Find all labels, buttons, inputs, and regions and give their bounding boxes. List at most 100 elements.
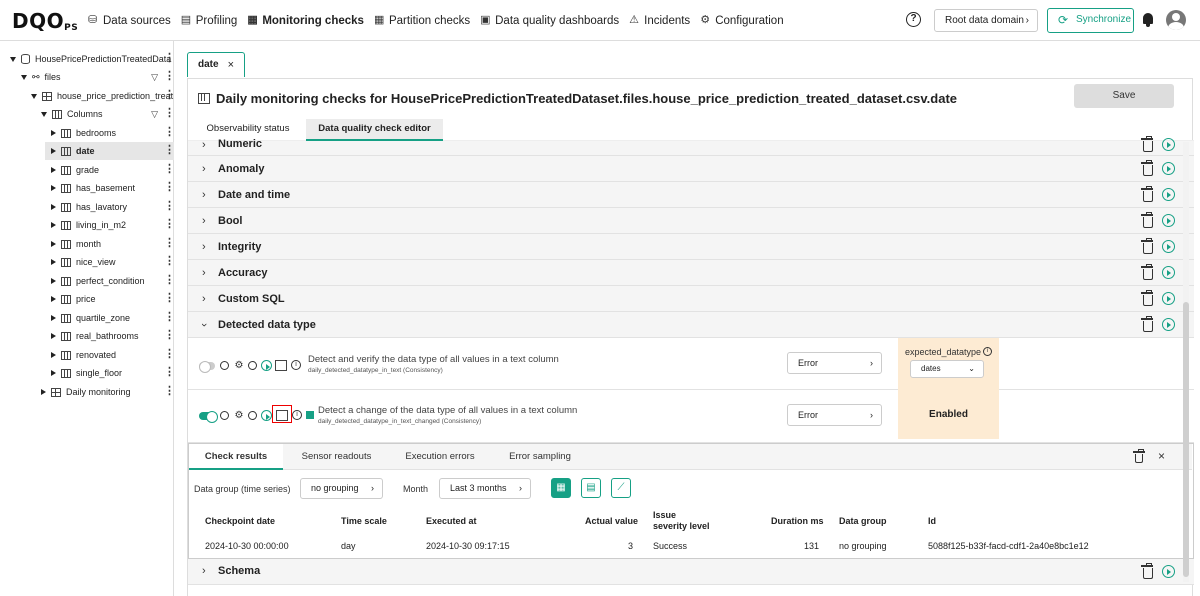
kebab-icon[interactable]: ⋮ bbox=[164, 272, 174, 290]
close-icon[interactable]: × bbox=[228, 53, 234, 77]
tree-table[interactable]: house_price_prediction_treat ⋮ bbox=[31, 87, 174, 105]
bell-icon[interactable] bbox=[1143, 13, 1153, 27]
expand-icon[interactable] bbox=[51, 185, 56, 191]
clock-icon[interactable] bbox=[248, 411, 257, 420]
expand-icon[interactable] bbox=[51, 333, 56, 339]
run-icon[interactable] bbox=[261, 360, 272, 371]
category-date-and-time[interactable]: › Date and time bbox=[188, 182, 1194, 208]
close-icon[interactable]: × bbox=[1158, 449, 1165, 463]
gear-icon[interactable]: ⚙ bbox=[234, 411, 244, 421]
clock-icon[interactable] bbox=[248, 361, 257, 370]
tree-columns[interactable]: Columns ▽ ⋮ bbox=[41, 105, 174, 123]
kebab-icon[interactable]: ⋮ bbox=[164, 364, 174, 382]
tree-column-item[interactable]: month ⋮ bbox=[45, 235, 174, 253]
data-domain-button[interactable]: Root data domain › bbox=[934, 9, 1038, 32]
trash-icon[interactable] bbox=[1141, 264, 1153, 280]
tree-column-item[interactable]: living_in_m2 ⋮ bbox=[45, 216, 174, 234]
kebab-icon[interactable]: ⋮ bbox=[164, 216, 174, 234]
scrollbar[interactable] bbox=[1183, 142, 1189, 582]
run-icon[interactable] bbox=[1162, 138, 1175, 151]
tree-connection[interactable]: HousePricePredictionTreatedData ⋮ bbox=[10, 50, 174, 68]
tab-check-editor[interactable]: Data quality check editor bbox=[306, 119, 443, 141]
nav-incidents[interactable]: ⚠ Incidents bbox=[629, 15, 690, 27]
expand-icon[interactable] bbox=[51, 222, 56, 228]
filter-icon[interactable]: ▽ bbox=[151, 68, 158, 86]
category-anomaly[interactable]: › Anomaly bbox=[188, 156, 1194, 182]
category-accuracy[interactable]: › Accuracy bbox=[188, 260, 1194, 286]
expand-icon[interactable] bbox=[51, 204, 56, 210]
kebab-icon[interactable]: ⋮ bbox=[164, 50, 174, 68]
expand-icon[interactable] bbox=[51, 296, 56, 302]
nav-configuration[interactable]: ⚙ Configuration bbox=[700, 15, 783, 27]
category-schema[interactable]: › Schema bbox=[188, 559, 1194, 585]
kebab-icon[interactable]: ⋮ bbox=[164, 253, 174, 271]
kebab-icon[interactable]: ⋮ bbox=[164, 87, 174, 105]
expand-icon[interactable] bbox=[51, 148, 56, 154]
app-logo[interactable]: DQOPS bbox=[12, 9, 78, 33]
kebab-icon[interactable]: ⋮ bbox=[164, 179, 174, 197]
run-icon[interactable] bbox=[1162, 318, 1175, 331]
nav-dashboards[interactable]: ▣ Data quality dashboards bbox=[480, 15, 619, 27]
expand-icon[interactable] bbox=[51, 315, 56, 321]
tab-sensor-readouts[interactable]: Sensor readouts bbox=[289, 444, 384, 470]
results-icon[interactable] bbox=[275, 360, 287, 371]
tree-column-item[interactable]: nice_view ⋮ bbox=[45, 253, 174, 271]
kebab-icon[interactable]: ⋮ bbox=[164, 124, 174, 142]
tab-execution-errors[interactable]: Execution errors bbox=[395, 444, 485, 470]
chart-view-button[interactable]: ⟋ bbox=[611, 478, 631, 498]
tree-column-item[interactable]: renovated ⋮ bbox=[45, 346, 174, 364]
trash-icon[interactable] bbox=[1141, 212, 1153, 228]
trash-icon[interactable] bbox=[1141, 160, 1153, 176]
severity-error-button[interactable]: Error › bbox=[787, 352, 882, 374]
expand-icon[interactable] bbox=[51, 352, 56, 358]
kebab-icon[interactable]: ⋮ bbox=[164, 346, 174, 364]
expand-icon[interactable] bbox=[51, 370, 56, 376]
tree-column-item[interactable]: has_basement ⋮ bbox=[45, 179, 174, 197]
trash-icon[interactable] bbox=[1133, 449, 1145, 463]
tree-column-item[interactable]: quartile_zone ⋮ bbox=[45, 309, 174, 327]
tab-error-sampling[interactable]: Error sampling bbox=[495, 444, 585, 470]
avatar[interactable] bbox=[1166, 10, 1186, 30]
trash-icon[interactable] bbox=[1141, 136, 1153, 152]
expand-icon[interactable] bbox=[51, 259, 56, 265]
category-detected-data-type[interactable]: › Detected data type bbox=[188, 312, 1194, 338]
run-icon[interactable] bbox=[1162, 162, 1175, 175]
tree-column-item[interactable]: price ⋮ bbox=[45, 290, 174, 308]
tree-schema[interactable]: ⚯ files ▽ ⋮ bbox=[21, 68, 174, 86]
nav-partition-checks[interactable]: ▦ Partition checks bbox=[374, 15, 470, 27]
nav-profiling[interactable]: ▤ Profiling bbox=[181, 15, 238, 27]
month-select[interactable]: Last 3 months › bbox=[439, 478, 531, 499]
expand-icon[interactable] bbox=[10, 56, 16, 62]
calendar-view-button[interactable]: ▤ bbox=[581, 478, 601, 498]
tree-column-item[interactable]: perfect_condition ⋮ bbox=[45, 272, 174, 290]
kebab-icon[interactable]: ⋮ bbox=[164, 290, 174, 308]
tree-column-item[interactable]: real_bathrooms ⋮ bbox=[45, 327, 174, 345]
info-icon[interactable]: i bbox=[292, 410, 302, 420]
run-icon[interactable] bbox=[261, 410, 272, 421]
settings-dot-icon[interactable] bbox=[220, 361, 229, 370]
kebab-icon[interactable]: ⋮ bbox=[164, 327, 174, 345]
kebab-icon[interactable]: ⋮ bbox=[164, 383, 174, 401]
kebab-icon[interactable]: ⋮ bbox=[164, 105, 174, 123]
trash-icon[interactable] bbox=[1141, 316, 1153, 332]
trash-icon[interactable] bbox=[1141, 186, 1153, 202]
expand-icon[interactable] bbox=[21, 74, 27, 80]
category-bool[interactable]: › Bool bbox=[188, 208, 1194, 234]
expand-icon[interactable] bbox=[51, 278, 56, 284]
synchronize-button[interactable]: ⟳ Synchronize bbox=[1047, 8, 1134, 33]
settings-dot-icon[interactable] bbox=[220, 411, 229, 420]
tree-column-item[interactable]: grade ⋮ bbox=[45, 161, 174, 179]
kebab-icon[interactable]: ⋮ bbox=[164, 235, 174, 253]
nav-monitoring-checks[interactable]: ▦ Monitoring checks bbox=[247, 15, 364, 27]
kebab-icon[interactable]: ⋮ bbox=[164, 309, 174, 327]
kebab-icon[interactable]: ⋮ bbox=[164, 161, 174, 179]
expand-icon[interactable] bbox=[31, 93, 37, 99]
info-icon[interactable]: i bbox=[983, 347, 992, 356]
tab-date[interactable]: date × bbox=[187, 52, 245, 77]
tree-column-item[interactable]: single_floor ⋮ bbox=[45, 364, 174, 382]
table-view-button[interactable]: ▦ bbox=[551, 478, 571, 498]
run-icon[interactable] bbox=[1162, 266, 1175, 279]
run-icon[interactable] bbox=[1162, 292, 1175, 305]
tree-daily-monitoring[interactable]: Daily monitoring ⋮ bbox=[41, 383, 174, 401]
expected-datatype-select[interactable]: dates ⌄ bbox=[910, 360, 984, 378]
